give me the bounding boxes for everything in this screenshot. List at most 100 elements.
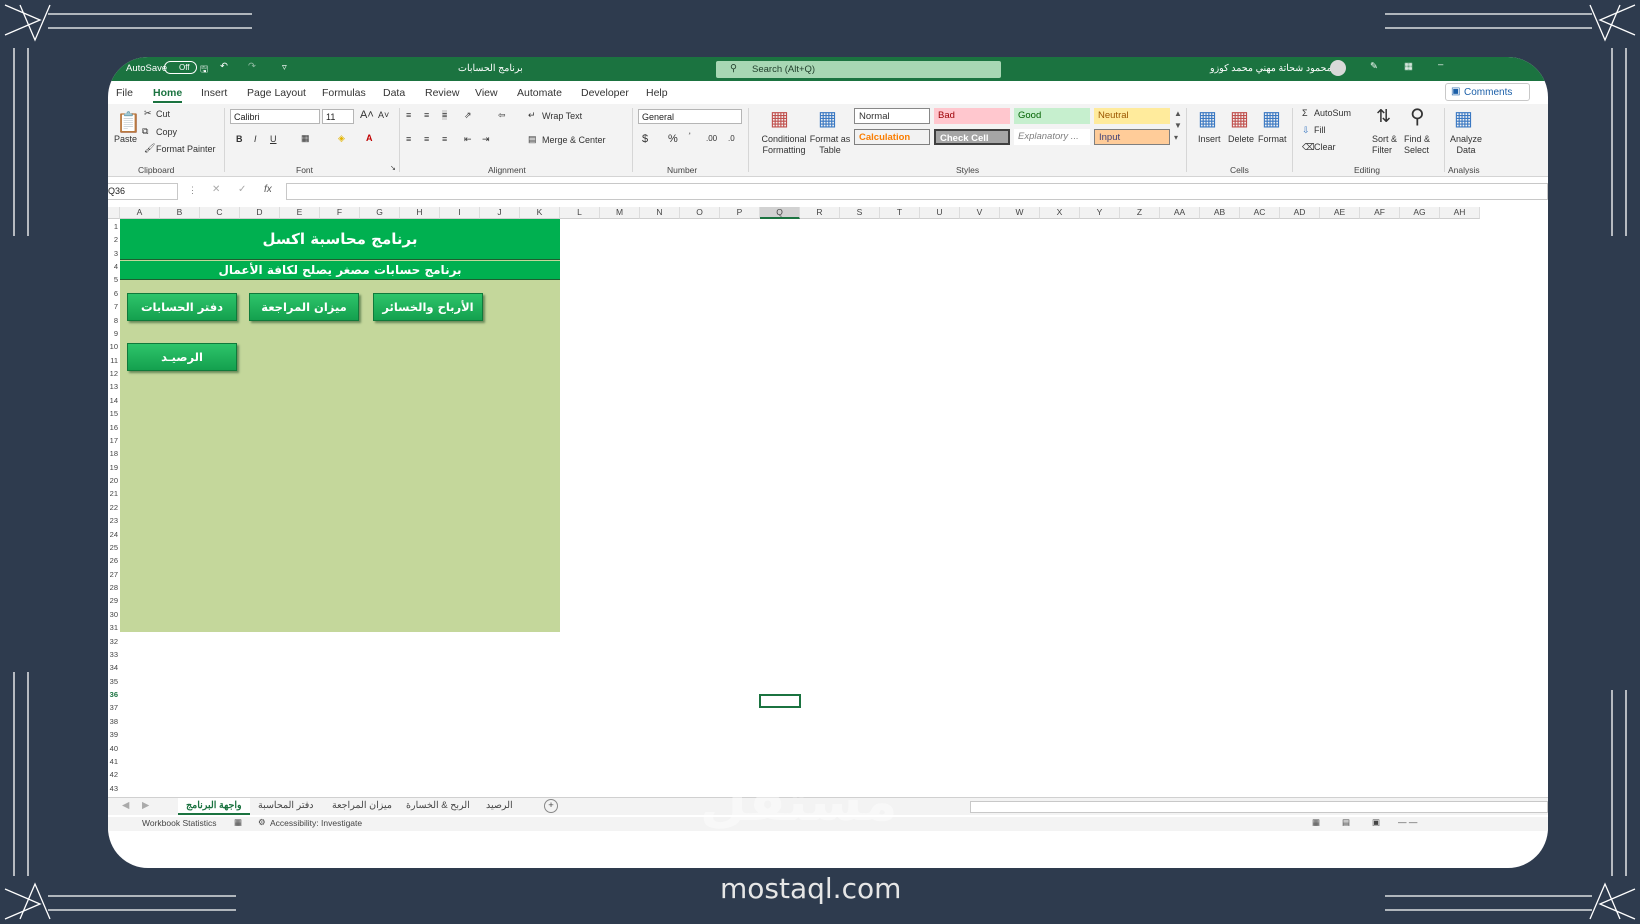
column-header[interactable]: N	[640, 207, 680, 219]
row-header[interactable]: 26	[108, 554, 119, 567]
column-header[interactable]: F	[320, 207, 360, 219]
column-header[interactable]: AG	[1400, 207, 1440, 219]
font-size-select[interactable]: 11	[322, 109, 354, 124]
eraser-icon[interactable]: ⌫	[1302, 142, 1315, 153]
row-header[interactable]: 8	[108, 314, 119, 327]
profit-loss-button[interactable]: الأرباح والخسائر	[373, 293, 483, 321]
conditional-formatting-button[interactable]: Conditional Formatting	[756, 134, 812, 156]
rtl-icon[interactable]: ⇦	[498, 110, 506, 121]
cut-icon[interactable]: ✂	[144, 108, 152, 119]
row-header[interactable]: 13	[108, 380, 119, 393]
worksheet-grid[interactable]: A B C D E F G H I J K L M N O P Q R S T U V W X Y Z AA AB AC AD AE AF AG…	[108, 207, 1548, 795]
page-break-view-icon[interactable]: ▣	[1372, 817, 1380, 828]
add-sheet-icon[interactable]: +	[544, 799, 558, 813]
tab-formulas[interactable]: Formulas	[322, 87, 366, 99]
font-launcher-icon[interactable]: ↘	[390, 164, 396, 172]
bold-icon[interactable]: B	[236, 134, 243, 144]
italic-icon[interactable]: I	[254, 134, 257, 144]
column-header[interactable]: AA	[1160, 207, 1200, 219]
column-header[interactable]: W	[1000, 207, 1040, 219]
column-header[interactable]: C	[200, 207, 240, 219]
column-header[interactable]: U	[920, 207, 960, 219]
column-header[interactable]: I	[440, 207, 480, 219]
workbook-statistics[interactable]: Workbook Statistics	[142, 818, 216, 828]
normal-view-icon[interactable]: ▦	[1312, 817, 1320, 828]
shrink-font-icon[interactable]: A˅	[378, 110, 389, 120]
tab-home[interactable]: Home	[153, 87, 183, 103]
paste-button[interactable]: Paste	[114, 134, 137, 144]
row-header[interactable]: 39	[108, 728, 119, 741]
decrease-indent-icon[interactable]: ⇤	[464, 134, 472, 145]
row-header[interactable]: 17	[108, 434, 119, 447]
merge-center-button[interactable]: Merge & Center	[542, 135, 606, 145]
row-header[interactable]: 18	[108, 447, 119, 460]
active-cell-q36[interactable]	[759, 694, 801, 708]
prev-sheet-icon[interactable]: ◀	[122, 800, 129, 811]
next-sheet-icon[interactable]: ▶	[142, 800, 149, 811]
align-top-icon[interactable]: ≡	[406, 110, 411, 120]
row-header[interactable]: 40	[108, 742, 119, 755]
column-header[interactable]: O	[680, 207, 720, 219]
row-header[interactable]: 31	[108, 621, 119, 634]
number-format-select[interactable]: General	[638, 109, 742, 124]
ribbon-display-icon[interactable]: ▦	[1404, 61, 1413, 72]
row-header[interactable]: 21	[108, 487, 119, 500]
autosum-icon[interactable]: Σ	[1302, 108, 1308, 118]
analyze-data-icon[interactable]: ▦	[1454, 106, 1473, 131]
row-header[interactable]: 30	[108, 608, 119, 621]
column-header[interactable]: AH	[1440, 207, 1480, 219]
trial-balance-button[interactable]: ميزان المراجعة	[249, 293, 359, 321]
tab-developer[interactable]: Developer	[581, 87, 629, 99]
column-header[interactable]: Q	[760, 207, 800, 219]
tab-help[interactable]: Help	[646, 87, 668, 99]
format-cells-icon[interactable]: ▦	[1262, 106, 1281, 131]
balance-button[interactable]: الرصيـد	[127, 343, 237, 371]
style-explanatory[interactable]: Explanatory ...	[1014, 129, 1090, 145]
row-header[interactable]: 34	[108, 661, 119, 674]
column-header[interactable]: T	[880, 207, 920, 219]
column-header[interactable]: AF	[1360, 207, 1400, 219]
row-header[interactable]: 23	[108, 514, 119, 527]
grow-font-icon[interactable]: A˄	[360, 109, 374, 121]
copy-icon[interactable]: ⧉	[142, 126, 148, 137]
style-good[interactable]: Good	[1014, 108, 1090, 124]
pen-icon[interactable]: ✎	[1370, 61, 1378, 72]
style-check-cell[interactable]: Check Cell	[934, 129, 1010, 145]
currency-icon[interactable]: $	[642, 133, 648, 145]
column-header[interactable]: AC	[1240, 207, 1280, 219]
font-color-icon[interactable]: A	[366, 133, 373, 143]
insert-cells-icon[interactable]: ▦	[1198, 106, 1217, 131]
column-header[interactable]: AB	[1200, 207, 1240, 219]
align-center-icon[interactable]: ≡	[424, 134, 429, 144]
tab-file[interactable]: File	[116, 87, 133, 99]
autosave-toggle[interactable]: Off	[164, 61, 197, 74]
sheet-tab[interactable]: ميزان المراجعة	[332, 800, 392, 811]
row-header[interactable]: 1	[108, 220, 119, 233]
search-input[interactable]: ⚲ Search (Alt+Q)	[716, 61, 1001, 78]
column-header[interactable]: X	[1040, 207, 1080, 219]
avatar[interactable]	[1330, 60, 1346, 76]
row-header[interactable]: 24	[108, 528, 119, 541]
merge-icon[interactable]: ▤	[528, 134, 537, 145]
page-layout-view-icon[interactable]: ▤	[1342, 817, 1350, 828]
fill-color-icon[interactable]: ◈	[338, 133, 345, 144]
cut-button[interactable]: Cut	[156, 109, 170, 119]
row-header[interactable]: 33	[108, 648, 119, 661]
file-name[interactable]: برنامج الحسابات	[458, 63, 523, 74]
row-header[interactable]: 4	[108, 260, 119, 273]
column-header[interactable]: Y	[1080, 207, 1120, 219]
conditional-formatting-icon[interactable]: ▦	[770, 106, 789, 131]
row-header[interactable]: 3	[108, 247, 119, 260]
row-header[interactable]: 5	[108, 273, 119, 286]
tab-review[interactable]: Review	[425, 87, 459, 99]
accessibility-status[interactable]: Accessibility: Investigate	[270, 818, 362, 828]
column-header[interactable]: E	[280, 207, 320, 219]
row-header[interactable]: 11	[108, 354, 119, 367]
row-header[interactable]: 12	[108, 367, 119, 380]
align-right-icon[interactable]: ≡	[442, 134, 447, 144]
orientation-icon[interactable]: ⇗	[464, 110, 472, 121]
row-header[interactable]: 29	[108, 594, 119, 607]
row-header[interactable]: 10	[108, 340, 119, 353]
row-header[interactable]: 7	[108, 300, 119, 313]
underline-icon[interactable]: U	[270, 134, 277, 144]
